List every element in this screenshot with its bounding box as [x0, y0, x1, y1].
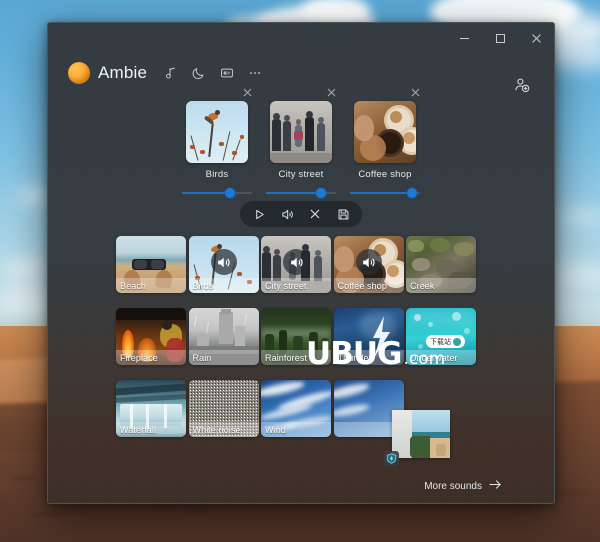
sound-tile-waterfall[interactable]: Waterfall: [116, 380, 186, 437]
clear-mix-button[interactable]: [302, 203, 328, 225]
mix-track-card[interactable]: Birds: [182, 85, 252, 199]
tile-label-bar: Birds: [188, 278, 259, 293]
sound-tile-birds[interactable]: Birds: [188, 236, 259, 293]
sound-tile-beach[interactable]: Beach: [116, 236, 186, 293]
tile-label-bar: Rainforest: [261, 350, 331, 365]
cloud: [558, 210, 600, 223]
active-mix-panel: Birds City street Coffee shop: [181, 85, 421, 199]
sound-tile-thunder[interactable]: Thunder: [333, 308, 404, 365]
close-button[interactable]: [518, 23, 554, 54]
sand-ripple: [32, 512, 66, 517]
minimize-button[interactable]: [446, 23, 482, 54]
app-header: Ambie: [68, 61, 271, 85]
tile-label: Beach: [120, 280, 147, 291]
sound-tile-city-street[interactable]: City street: [261, 236, 331, 293]
slider-thumb[interactable]: [224, 188, 235, 198]
mix-track-name: City street: [278, 169, 324, 180]
ambie-app-window[interactable]: Ambie Birds City street Coffee shop Beac…: [47, 22, 555, 504]
mix-track-card[interactable]: Coffee shop: [350, 85, 420, 199]
floating-preview-thumbnail: [392, 410, 450, 458]
playing-speaker-icon: [210, 249, 237, 276]
sound-tile-rainforest[interactable]: Rainforest: [261, 308, 331, 365]
tile-label: Creek: [410, 280, 435, 291]
remove-track-icon[interactable]: [240, 85, 254, 99]
tile-label-bar: Fireplace: [116, 350, 186, 365]
tile-label-bar: Beach: [116, 278, 186, 293]
slider-thumb[interactable]: [315, 188, 326, 198]
app-shield-icon: [384, 451, 399, 466]
mix-track-thumbnail: [270, 101, 332, 163]
tile-label: Thunder: [337, 352, 372, 363]
mix-track-card[interactable]: City street: [266, 85, 336, 199]
volume-button[interactable]: [274, 203, 300, 225]
slider-fill: [266, 192, 321, 194]
slider-fill: [182, 192, 230, 194]
tile-label-bar: City street: [261, 278, 331, 293]
tile-label-bar: Coffee shop: [333, 278, 404, 293]
title-bar[interactable]: [48, 23, 554, 55]
play-button[interactable]: [246, 203, 272, 225]
sound-tile-white-noise[interactable]: White noise: [188, 380, 259, 437]
tile-label: Waterfall: [120, 424, 157, 435]
tile-label-bar: Creek: [406, 278, 476, 293]
mix-track-thumbnail: [186, 101, 248, 163]
ambie-logo-icon: [68, 62, 90, 84]
remove-track-icon[interactable]: [408, 85, 422, 99]
remove-track-icon[interactable]: [324, 85, 338, 99]
volume-slider[interactable]: [350, 187, 420, 199]
sound-tile-coffee-shop[interactable]: Coffee shop: [333, 236, 404, 293]
arrow-right-icon: [489, 479, 502, 493]
sand-ripple: [12, 476, 34, 480]
more-menu-icon[interactable]: [243, 61, 267, 85]
app-title: Ambie: [98, 63, 148, 82]
playing-speaker-icon: [355, 249, 382, 276]
save-button[interactable]: [330, 203, 356, 225]
tile-label-bar: Wind: [261, 422, 331, 437]
tile-label-bar: White noise: [188, 422, 259, 437]
slider-thumb[interactable]: [406, 188, 417, 198]
maximize-button[interactable]: [482, 23, 518, 54]
volume-slider[interactable]: [182, 187, 252, 199]
playback-controls: [240, 201, 362, 227]
compact-view-icon[interactable]: [215, 61, 239, 85]
sound-grid: Beach Birds City street Coffee shop Cree…: [116, 236, 488, 437]
sand-ripple: [188, 508, 206, 512]
tile-label-bar: Waterfall: [116, 422, 186, 437]
playing-speaker-icon: [283, 249, 309, 276]
cloud: [0, 288, 52, 300]
more-sounds-label: More sounds: [424, 480, 482, 492]
mix-track-name: Coffee shop: [358, 169, 412, 180]
mix-track-name: Birds: [205, 169, 229, 180]
tile-label: White noise: [192, 424, 241, 435]
window-controls: [446, 23, 554, 55]
tile-label: Birds: [192, 280, 214, 291]
sound-tile-underwater[interactable]: Underwater: [406, 308, 476, 365]
sound-tile-wind[interactable]: Wind: [261, 380, 331, 437]
account-add-icon[interactable]: [512, 75, 532, 95]
music-note-icon[interactable]: [159, 61, 183, 85]
sound-tile-fireplace[interactable]: Fireplace: [116, 308, 186, 365]
volume-slider[interactable]: [266, 187, 336, 199]
tile-label: Rainforest: [265, 352, 308, 363]
tile-label: City street: [265, 280, 307, 291]
cloud: [2, 262, 48, 275]
moon-icon[interactable]: [187, 61, 211, 85]
tile-label: Coffee shop: [337, 280, 387, 291]
mix-track-thumbnail: [354, 101, 416, 163]
tile-label: Wind: [265, 424, 286, 435]
slider-fill: [350, 192, 412, 194]
tile-label-bar: Underwater: [406, 350, 476, 365]
more-sounds-link[interactable]: More sounds: [424, 479, 502, 493]
sound-tile-rain[interactable]: Rain: [188, 308, 259, 365]
tile-label-bar: Rain: [188, 350, 259, 365]
sound-tile-creek[interactable]: Creek: [406, 236, 476, 293]
tile-label-bar: Thunder: [333, 350, 404, 365]
tile-label: Underwater: [410, 352, 458, 363]
tile-label: Rain: [192, 352, 212, 363]
tile-label: Fireplace: [120, 352, 158, 363]
